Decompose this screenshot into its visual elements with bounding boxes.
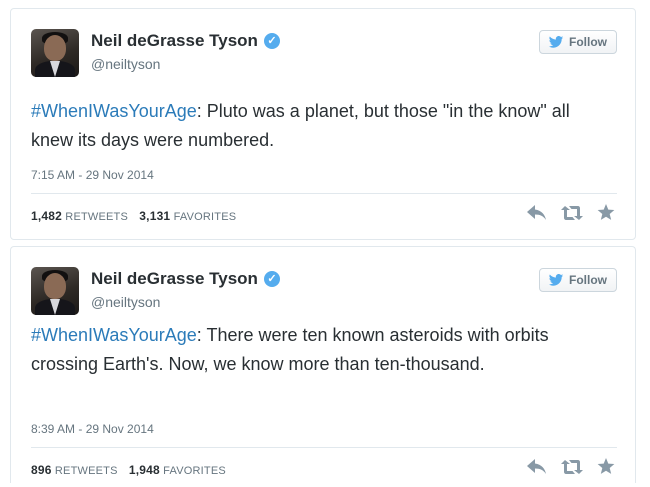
favorite-count[interactable]: 3,131 xyxy=(139,209,170,223)
twitter-bird-icon xyxy=(548,36,564,48)
favorite-count[interactable]: 1,948 xyxy=(129,463,160,477)
user-name[interactable]: Neil deGrasse Tyson ✓ xyxy=(91,31,280,51)
tweet-card: Neil deGrasse Tyson ✓ @neiltyson Follow … xyxy=(10,8,636,240)
user-name[interactable]: Neil deGrasse Tyson ✓ xyxy=(91,269,280,289)
hashtag-link[interactable]: #WhenIWasYourAge xyxy=(31,325,197,345)
timestamp[interactable]: 8:39 AM - 29 Nov 2014 xyxy=(31,422,154,436)
avatar[interactable] xyxy=(31,267,79,315)
tweet-actions xyxy=(527,204,615,221)
divider xyxy=(31,447,617,448)
retweet-icon[interactable] xyxy=(561,459,583,475)
tweet-stats: 896 Retweets 1,948 Favorites xyxy=(31,463,234,477)
follow-button[interactable]: Follow xyxy=(539,30,617,54)
retweet-label[interactable]: Retweets xyxy=(65,211,128,223)
verified-badge-icon: ✓ xyxy=(263,33,280,49)
retweet-icon[interactable] xyxy=(561,205,583,221)
verified-badge-icon: ✓ xyxy=(263,271,280,287)
star-icon[interactable] xyxy=(597,204,615,221)
twitter-bird-icon xyxy=(548,274,564,286)
reply-icon[interactable] xyxy=(527,458,547,475)
retweet-count[interactable]: 896 xyxy=(31,463,52,477)
divider xyxy=(31,193,617,194)
user-name-text[interactable]: Neil deGrasse Tyson xyxy=(91,31,258,51)
tweet-card: Neil deGrasse Tyson ✓ @neiltyson Follow … xyxy=(10,246,636,483)
avatar[interactable] xyxy=(31,29,79,77)
favorite-label[interactable]: Favorites xyxy=(163,465,226,477)
hashtag-link[interactable]: #WhenIWasYourAge xyxy=(31,101,197,121)
tweet-stats: 1,482 Retweets 3,131 Favorites xyxy=(31,209,244,223)
retweet-count[interactable]: 1,482 xyxy=(31,209,62,223)
user-handle[interactable]: @neiltyson xyxy=(91,56,160,72)
timestamp[interactable]: 7:15 AM - 29 Nov 2014 xyxy=(31,168,154,182)
user-handle[interactable]: @neiltyson xyxy=(91,294,160,310)
retweet-label[interactable]: Retweets xyxy=(55,465,118,477)
tweet-actions xyxy=(527,458,615,475)
follow-button-label: Follow xyxy=(569,273,607,287)
favorite-label[interactable]: Favorites xyxy=(174,211,237,223)
follow-button[interactable]: Follow xyxy=(539,268,617,292)
reply-icon[interactable] xyxy=(527,204,547,221)
star-icon[interactable] xyxy=(597,458,615,475)
tweet-text: #WhenIWasYourAge: Pluto was a planet, bu… xyxy=(31,97,611,155)
follow-button-label: Follow xyxy=(569,35,607,49)
user-name-text[interactable]: Neil deGrasse Tyson xyxy=(91,269,258,289)
tweet-text: #WhenIWasYourAge: There were ten known a… xyxy=(31,321,611,379)
